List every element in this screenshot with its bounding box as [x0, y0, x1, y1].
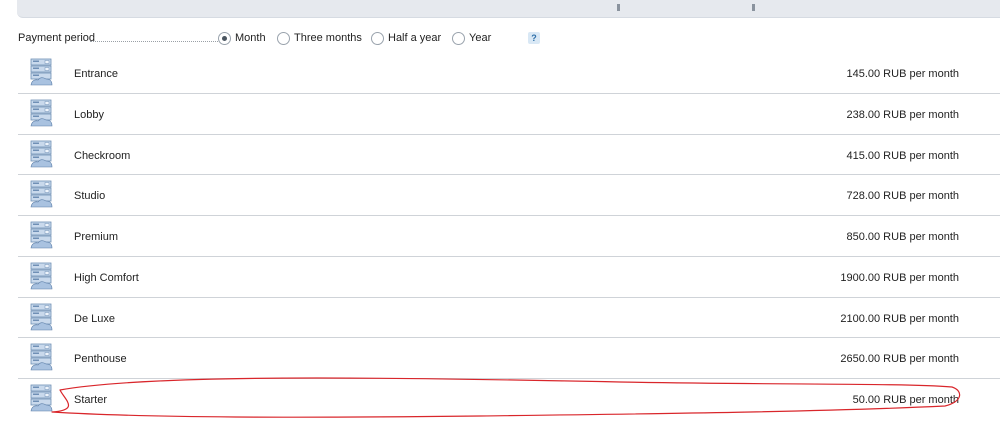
server-plan-icon — [28, 180, 54, 208]
plan-row[interactable]: Entrance 145.00 RUB per month — [18, 53, 1000, 94]
radio-button-year[interactable] — [452, 31, 465, 45]
radio-option-month[interactable]: Month — [218, 30, 266, 46]
radio-label-year: Year — [469, 32, 492, 44]
truncated-text-fragment — [617, 4, 620, 11]
plan-name: Penthouse — [74, 353, 127, 366]
radio-option-year[interactable]: Year — [452, 30, 491, 46]
plan-price: 2650.00 RUB per month — [840, 353, 959, 366]
server-plan-icon — [28, 343, 54, 371]
plan-name: High Comfort — [74, 271, 139, 284]
plan-name: De Luxe — [74, 312, 115, 325]
plan-price: 238.00 RUB per month — [846, 108, 959, 121]
plan-name: Checkroom — [74, 149, 131, 162]
plan-price: 850.00 RUB per month — [846, 231, 959, 243]
plan-row[interactable]: Lobby 238.00 RUB per month — [18, 94, 1000, 135]
plan-row[interactable]: De Luxe 2100.00 RUB per month — [18, 298, 1000, 339]
plan-row[interactable]: Premium 850.00 RUB per month — [18, 216, 1000, 257]
plan-row[interactable]: High Comfort 1900.00 RUB per month — [18, 257, 1000, 298]
dotted-leader — [90, 41, 226, 42]
radio-button-three-months[interactable] — [277, 31, 290, 45]
plan-price: 728.00 RUB per month — [846, 190, 959, 203]
payment-period-label: Payment period — [18, 32, 96, 44]
server-plan-icon — [28, 384, 54, 412]
server-plan-icon — [28, 303, 54, 331]
server-plan-icon — [28, 99, 54, 127]
radio-label-half-a-year: Half a year — [388, 32, 442, 44]
plan-name: Studio — [74, 190, 106, 203]
plan-name: Premium — [74, 231, 119, 243]
plan-name: Entrance — [74, 68, 119, 80]
radio-option-half-a-year[interactable]: Half a year — [371, 30, 441, 46]
radio-button-month[interactable] — [218, 31, 231, 45]
server-plan-icon — [28, 140, 54, 168]
plan-list: Entrance 145.00 RUB per month Lobby 238.… — [18, 53, 1000, 420]
plan-name: Lobby — [74, 108, 104, 121]
plan-price: 50.00 RUB per month — [852, 394, 959, 406]
plan-row[interactable]: Checkroom 415.00 RUB per month — [18, 135, 1000, 176]
radio-option-three-months[interactable]: Three months — [277, 30, 362, 46]
payment-period-row: Payment period Month Three months Half a… — [18, 30, 1000, 48]
radio-button-half-a-year[interactable] — [371, 31, 384, 45]
plan-price: 415.00 RUB per month — [846, 149, 959, 162]
server-plan-icon — [28, 262, 54, 290]
plan-price: 2100.00 RUB per month — [840, 312, 959, 325]
plan-price: 1900.00 RUB per month — [840, 271, 959, 284]
help-icon[interactable]: ? — [528, 32, 540, 44]
plan-row[interactable]: Studio 728.00 RUB per month — [18, 175, 1000, 216]
plan-name: Starter — [74, 394, 108, 406]
truncated-text-fragment — [752, 4, 755, 11]
plan-row[interactable]: Penthouse 2650.00 RUB per month — [18, 338, 1000, 379]
server-plan-icon — [28, 58, 54, 86]
top-panel — [17, 0, 1000, 18]
radio-label-month: Month — [235, 32, 266, 44]
plan-price: 145.00 RUB per month — [846, 68, 959, 80]
radio-label-three-months: Three months — [294, 32, 362, 44]
plan-row[interactable]: Starter 50.00 RUB per month — [18, 379, 1000, 420]
server-plan-icon — [28, 221, 54, 249]
